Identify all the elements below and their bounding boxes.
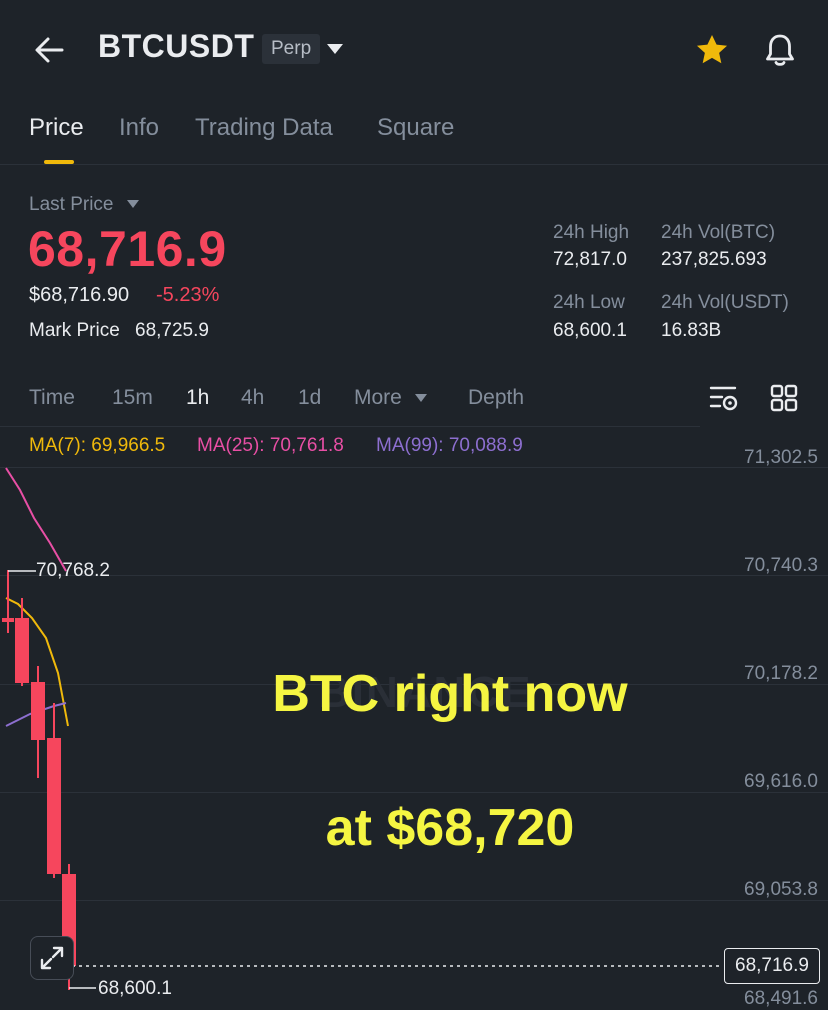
mark-price-label: Mark Price [29, 320, 120, 341]
top-bar: BTCUSDT Perp [0, 0, 828, 100]
tab-price[interactable]: Price [29, 114, 84, 142]
grid-layout-icon[interactable] [769, 383, 799, 413]
tab-trading-data[interactable]: Trading Data [195, 114, 333, 142]
interval-1d[interactable]: 1d [298, 386, 321, 410]
active-tab-indicator [44, 160, 74, 164]
expand-icon [40, 946, 64, 970]
interval-4h[interactable]: 4h [241, 386, 264, 410]
vol-usdt-value: 16.83B [661, 320, 722, 341]
interval-15m[interactable]: 15m [112, 386, 153, 410]
tab-info[interactable]: Info [119, 114, 159, 142]
caret-down-icon[interactable] [414, 393, 428, 403]
low-marker-label: 68,600.1 [98, 978, 172, 999]
vol-usdt-label: 24h Vol(USDT) [661, 292, 789, 313]
tab-square[interactable]: Square [377, 114, 454, 142]
candle [2, 618, 14, 622]
interval-1h[interactable]: 1h [186, 386, 209, 410]
overlay-caption-line2: at $68,720 [325, 799, 575, 857]
y-axis-label: 70,740.3 [744, 555, 818, 576]
overlay-caption-line1: BTC right now [272, 665, 628, 723]
change-percent: -5.23% [156, 284, 220, 306]
contract-type-badge: Perp [262, 34, 321, 64]
high-24h-label: 24h High [553, 222, 630, 243]
interval-time[interactable]: Time [29, 386, 75, 410]
caret-down-icon[interactable] [326, 42, 344, 56]
caret-down-icon[interactable] [126, 199, 140, 209]
y-axis-label: 68,491.6 [744, 988, 818, 1009]
last-price-label[interactable]: Last Price [29, 194, 113, 216]
interval-more[interactable]: More [354, 386, 402, 410]
back-arrow-icon[interactable] [30, 30, 70, 70]
usd-price: $68,716.90 [29, 284, 130, 306]
toolbar-divider [0, 426, 700, 427]
high-marker-label: 70,768.2 [36, 560, 110, 581]
fullscreen-button[interactable] [30, 936, 74, 980]
y-axis-label: 71,302.5 [744, 447, 818, 468]
mark-price: 68,725.9 [135, 320, 209, 341]
y-axis-label: 69,616.0 [744, 771, 818, 792]
depth-tab[interactable]: Depth [468, 386, 524, 410]
last-price: 68,716.9 [28, 221, 227, 277]
ma25-line [5, 467, 67, 572]
low-24h-value: 68,600.1 [553, 320, 627, 341]
high-24h-value: 72,817.0 [553, 249, 627, 270]
y-axis-label: 69,053.8 [744, 879, 818, 900]
low-24h-label: 24h Low [553, 292, 625, 313]
current-price-tag: 68,716.9 [724, 948, 820, 984]
tab-bar: Price Info Trading Data Square [0, 100, 828, 165]
symbol-title[interactable]: BTCUSDT [98, 28, 254, 65]
vol-btc-value: 237,825.693 [661, 249, 767, 270]
bell-icon[interactable] [760, 30, 800, 70]
indicator-settings-icon[interactable] [708, 382, 740, 414]
vol-btc-label: 24h Vol(BTC) [661, 222, 776, 243]
star-icon[interactable] [693, 31, 731, 69]
